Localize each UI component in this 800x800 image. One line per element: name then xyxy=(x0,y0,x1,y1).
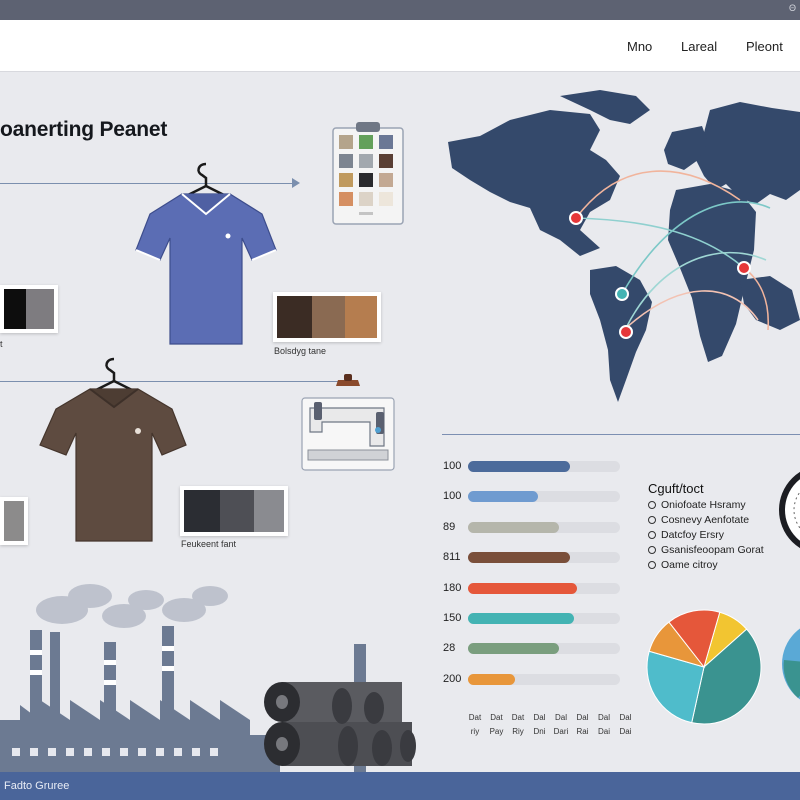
top-bar-corner-text: Θ xyxy=(788,3,796,13)
legend-dot-icon xyxy=(648,531,656,539)
legend-item-label: Cosnevy Aenfotate xyxy=(661,514,750,526)
bar-fill-3 xyxy=(468,552,570,564)
axis-tick-bottom-5: Rai xyxy=(576,727,589,736)
section-divider xyxy=(442,434,800,435)
gauge-icon xyxy=(779,471,800,549)
bar-label-7: 200 xyxy=(443,672,462,685)
swatch-dark-tones xyxy=(180,486,288,536)
clipboard-icon xyxy=(332,122,404,225)
nav-link-1[interactable]: Mno xyxy=(627,39,652,54)
sewing-machine-icon xyxy=(301,374,395,471)
legend-item-0: Oniofoate Hsramy xyxy=(648,499,746,511)
bar-label-6: 28 xyxy=(443,642,456,655)
brown-polo-shirt xyxy=(39,357,187,542)
bar-track-5 xyxy=(468,613,620,624)
bar-fill-7 xyxy=(468,673,516,685)
axis-tick-top-5: Dal xyxy=(576,713,589,722)
page-title: oanerting Peanet xyxy=(0,118,168,141)
swatch-caption-left: t xyxy=(0,339,3,349)
world-map-icon xyxy=(448,90,800,402)
hanger-icon xyxy=(93,357,135,393)
legend-item-3: Gsanisfeoopam Gorat xyxy=(648,544,764,556)
bar-track-6 xyxy=(468,643,620,655)
top-window-bar: Θ xyxy=(0,0,800,20)
legend-title: Cguft/toct xyxy=(648,481,704,496)
bar-fill-0 xyxy=(468,461,570,472)
legend-item-4: Oame citroy xyxy=(648,559,718,571)
bar-label-0: 100 xyxy=(443,460,462,472)
axis-tick-top-7: Dal xyxy=(619,713,632,722)
arrow-right-icon xyxy=(292,178,300,188)
fabric-roll-icon xyxy=(264,682,416,766)
pie-chart-partial xyxy=(782,628,800,700)
swatch-brown-tones xyxy=(273,292,381,342)
bar-fill-6 xyxy=(468,643,560,655)
navigation-bar: Mno Lareal Pleont xyxy=(0,20,800,72)
bar-fill-2 xyxy=(468,521,560,533)
bar-label-3: 811 xyxy=(443,551,461,564)
legend-item-label: Oame citroy xyxy=(661,559,718,571)
pie-chart xyxy=(646,609,762,725)
bar-track-2 xyxy=(468,521,620,533)
bar-track-4 xyxy=(468,582,620,594)
bar-label-2: 89 xyxy=(443,520,456,533)
legend-dot-icon xyxy=(648,501,656,509)
bar-fill-5 xyxy=(468,613,575,624)
footer-text: Fadto Gruree xyxy=(4,780,70,792)
bar-label-5: 150 xyxy=(443,612,462,624)
hanger-icon xyxy=(185,162,227,198)
fabric-caption-bottom: Feukeent fant xyxy=(181,539,237,549)
axis-tick-bottom-4: Dari xyxy=(553,727,569,736)
bar-track-3 xyxy=(468,552,620,564)
axis-tick-bottom-1: Pay xyxy=(489,727,504,736)
axis-tick-top-0: Dat xyxy=(468,713,482,722)
legend-item-label: Gsanisfeoopam Gorat xyxy=(661,544,764,556)
fabric-caption-top: Bolsdyg tane xyxy=(274,346,327,356)
bar-fill-4 xyxy=(468,582,578,594)
axis-tick-top-2: Dat xyxy=(511,713,525,722)
axis-tick-top-4: Dal xyxy=(554,713,567,722)
legend-item-1: Cosnevy Aenfotate xyxy=(648,514,749,526)
bar-label-4: 180 xyxy=(443,581,462,594)
axis-tick-bottom-3: Dni xyxy=(533,727,546,736)
legend-item-label: Datcfoy Ersry xyxy=(661,529,725,541)
axis-tick-bottom-2: Riy xyxy=(512,727,524,736)
swatch-black-grey xyxy=(0,285,58,333)
nav-link-3[interactable]: Pleont xyxy=(746,39,783,54)
bar-track-0 xyxy=(468,461,620,472)
bar-label-1: 100 xyxy=(443,490,462,503)
axis-tick-top-1: Dat xyxy=(490,713,503,722)
footer-bar: Fadto Gruree xyxy=(0,772,800,800)
legend-dot-icon xyxy=(648,561,656,569)
axis-tick-top-3: Dal xyxy=(533,713,546,722)
bar-track-7 xyxy=(468,673,620,685)
legend-dot-icon xyxy=(648,516,656,524)
nav-link-2[interactable]: Lareal xyxy=(681,39,717,54)
legend-dot-icon xyxy=(648,546,656,554)
axis-tick-bottom-0: riy xyxy=(470,727,480,736)
blue-polo-shirt xyxy=(135,162,277,345)
axis-tick-bottom-6: Dai xyxy=(597,727,610,736)
legend-item-2: Datcfoy Ersry xyxy=(648,529,724,541)
bar-track-1 xyxy=(468,491,620,503)
axis-tick-bottom-7: Dai xyxy=(619,727,632,736)
factory-icon xyxy=(0,584,280,772)
axis-tick-top-6: Dal xyxy=(597,713,610,722)
legend-item-label: Oniofoate Hsramy xyxy=(661,499,746,511)
bar-fill-1 xyxy=(468,491,538,503)
swatch-grey-small xyxy=(0,497,28,545)
